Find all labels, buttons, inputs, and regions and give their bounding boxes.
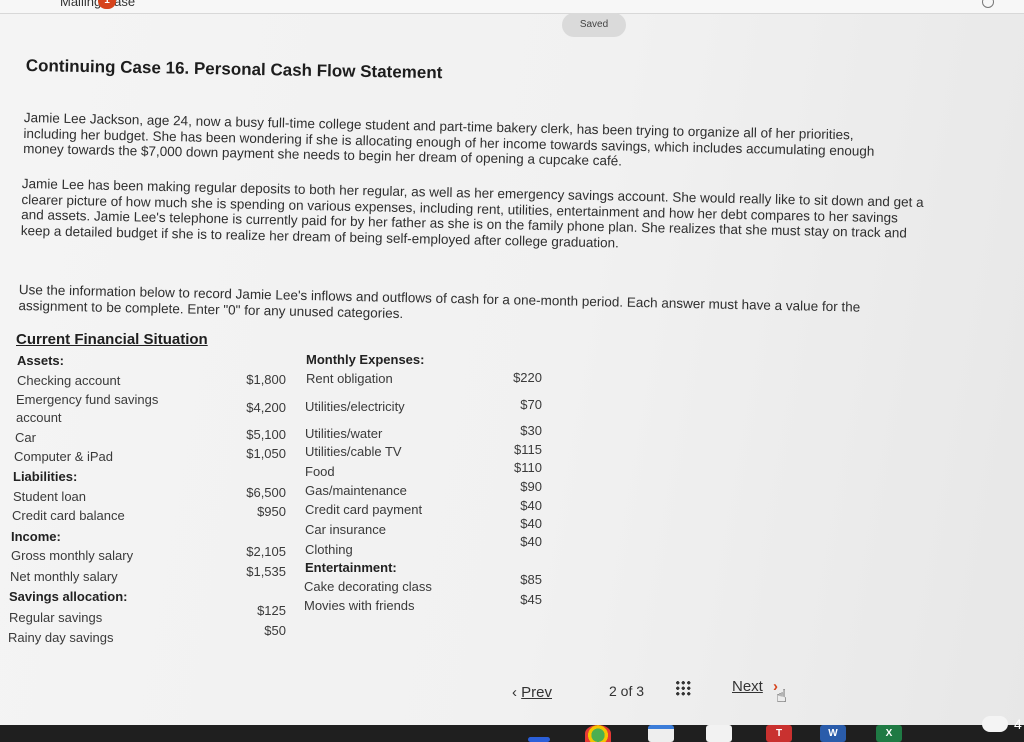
clothing-value: $40 [520,534,542,549]
chevron-left-icon: ‹ [512,684,517,701]
entertainment-heading: Entertainment: [305,560,397,575]
income-heading: Income: [11,529,61,544]
excel-icon[interactable]: X [876,725,902,742]
word-icon[interactable]: W [820,725,846,742]
assignment-page: Mailing Case 1 Saved Continuing Case 16.… [0,0,1024,742]
calendar-icon[interactable] [648,725,674,742]
checking-label: Checking account [17,373,121,388]
net-salary-value: $1,535 [246,564,286,579]
liabilities-heading: Liabilities: [13,469,78,484]
instructions-paragraph: Use the information below to record Jami… [18,282,861,321]
page-title: Continuing Case 16. Personal Cash Flow S… [25,56,443,83]
regular-savings-label: Regular savings [9,610,103,625]
food-value: $110 [514,460,542,475]
clothing-label: Clothing [305,542,353,557]
gas-label: Gas/maintenance [305,483,407,498]
credit-card-label: Credit card balance [12,508,125,523]
prev-button[interactable]: ‹ Prev [512,684,552,701]
computer-label: Computer & iPad [14,449,113,464]
water-value: $30 [520,423,542,438]
monthly-expenses-heading: Monthly Expenses: [306,352,425,367]
cloud-icon[interactable] [982,716,1008,732]
water-label: Utilities/water [305,426,383,441]
cable-value: $115 [514,442,542,457]
grid-icon[interactable] [675,680,691,696]
background-paragraph: Jamie Lee has been making regular deposi… [20,176,924,251]
rainy-savings-label: Rainy day savings [8,630,114,645]
insurance-value: $40 [520,516,542,531]
search-icon[interactable] [982,0,994,8]
cc-payment-label: Credit card payment [305,502,423,517]
computer-value: $1,050 [246,446,286,461]
mail-icon[interactable] [706,725,732,742]
savings-allocation-heading: Savings allocation: [9,589,128,604]
student-loan-label: Student loan [13,489,87,504]
rent-value: $220 [513,370,542,385]
assets-heading: Assets: [17,353,64,368]
hand-cursor-icon: ☝ [776,686,787,706]
regular-savings-value: $125 [257,603,286,618]
cc-payment-value: $40 [520,498,542,513]
gross-salary-label: Gross monthly salary [11,548,134,563]
gas-value: $90 [520,479,542,494]
net-salary-label: Net monthly salary [10,569,118,584]
taskbar-number: 4 [1014,716,1022,732]
t-app-icon[interactable]: T [766,725,792,742]
credit-card-value: $950 [257,504,286,519]
insurance-label: Car insurance [305,522,386,537]
saved-status-badge: Saved [562,13,626,37]
financial-situation-heading: Current Financial Situation [16,331,208,348]
prev-label: Prev [521,684,553,701]
electricity-value: $70 [520,397,542,412]
cake-class-label: Cake decorating class [304,579,432,594]
next-label: Next [732,678,763,695]
rainy-savings-value: $50 [264,623,286,638]
car-label: Car [15,430,36,445]
app-indicator-icon[interactable] [528,737,550,742]
chrome-icon[interactable] [585,725,611,742]
cake-class-value: $85 [520,572,542,587]
student-loan-value: $6,500 [246,485,286,500]
emergency-value: $4,200 [246,400,286,415]
movies-value: $45 [520,592,542,607]
next-button[interactable]: Next › [732,678,778,695]
taskbar: T W X [0,725,1024,742]
intro-paragraph: Jamie Lee Jackson, age 24, now a busy fu… [23,110,875,169]
top-bar: Mailing Case 1 [0,0,1024,14]
rent-label: Rent obligation [306,371,393,386]
gross-salary-value: $2,105 [246,544,286,559]
emergency-label-cont: account [16,410,62,425]
movies-label: Movies with friends [304,598,415,613]
food-label: Food [305,464,335,479]
emergency-label: Emergency fund savings [16,392,159,407]
car-value: $5,100 [246,427,286,442]
page-indicator: 2 of 3 [609,683,645,699]
checking-value: $1,800 [246,372,286,387]
electricity-label: Utilities/electricity [305,399,405,414]
cable-label: Utilities/cable TV [305,444,402,459]
